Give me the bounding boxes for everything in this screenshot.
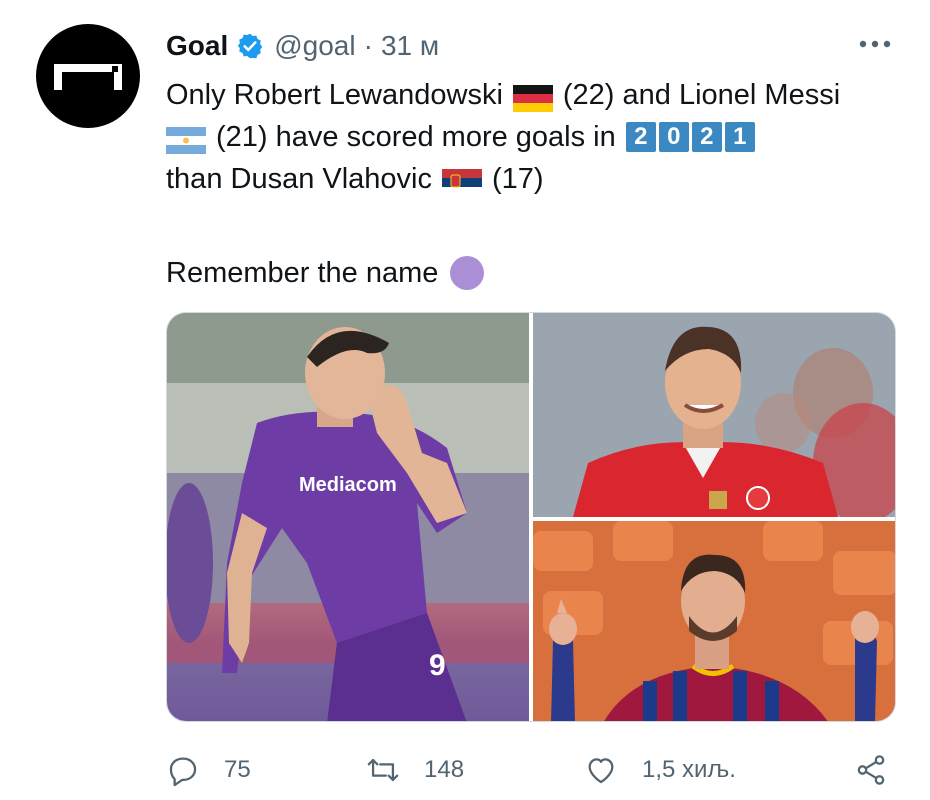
keycap-digit: 1 [724, 122, 755, 152]
verified-badge-icon [236, 32, 264, 60]
year-keycaps: 2 0 2 1 [625, 122, 758, 152]
reply-button[interactable]: 75 [166, 748, 251, 792]
reply-count: 75 [224, 756, 251, 783]
messi-photo[interactable] [533, 521, 895, 721]
more-options-icon[interactable] [858, 36, 892, 52]
tweet-text-segment: (22) and Lionel Messi [562, 79, 841, 111]
lewandowski-photo[interactable] [533, 313, 895, 517]
media-grid[interactable]: Mediacom 9 [166, 312, 896, 722]
heart-icon [588, 758, 614, 784]
tweet-text-segment: Remember the name [166, 257, 439, 289]
tweet-text-segment: than Dusan Vlahovic [166, 163, 432, 195]
argentina-flag-icon [166, 124, 206, 154]
serbia-flag-icon [442, 166, 482, 196]
tweet-text-segment: (21) have scored more goals in [216, 121, 616, 153]
tweet-text-segment: (17) [492, 163, 544, 195]
like-count: 1,5 хиљ. [642, 756, 736, 783]
reply-icon [169, 757, 197, 787]
retweet-button[interactable]: 148 [366, 748, 464, 792]
retweet-count: 148 [424, 756, 465, 783]
account-name[interactable]: Goal [166, 30, 228, 62]
share-button[interactable] [854, 748, 888, 792]
tweet-line-4: Remember the name [166, 252, 906, 294]
tweet-time[interactable]: 31 м [381, 30, 439, 62]
purple-circle-icon [450, 256, 485, 290]
keycap-digit: 2 [625, 122, 656, 152]
shirt-number-text: 9 [429, 649, 446, 682]
germany-flag-icon [512, 82, 553, 112]
goal-logo-icon [54, 64, 122, 90]
vlahovic-photo[interactable]: Mediacom 9 [167, 313, 529, 721]
tweet-header: Goal @goal · 31 м [166, 26, 439, 66]
tweet-actions: 75 148 1,5 хиљ. [166, 748, 896, 792]
keycap-digit: 0 [658, 122, 689, 152]
tweet-line-3: than Dusan Vlahovic (17) [166, 158, 906, 200]
tweet-text: Only Robert Lewandowski (22) and Lionel … [166, 74, 906, 294]
separator-dot: · [363, 30, 373, 61]
tweet-text-segment: Only Robert Lewandowski [166, 79, 503, 111]
like-button[interactable]: 1,5 хиљ. [584, 748, 736, 792]
keycap-digit: 2 [691, 122, 722, 152]
tweet-line-2: (21) have scored more goals in 2 0 2 1 [166, 116, 906, 158]
shirt-sponsor-text: Mediacom [299, 474, 397, 496]
account-handle[interactable]: @goal [274, 30, 355, 62]
retweet-icon [367, 758, 399, 782]
share-icon [857, 755, 885, 785]
avatar[interactable] [36, 24, 140, 128]
tweet-line-1: Only Robert Lewandowski (22) and Lionel … [166, 74, 906, 116]
